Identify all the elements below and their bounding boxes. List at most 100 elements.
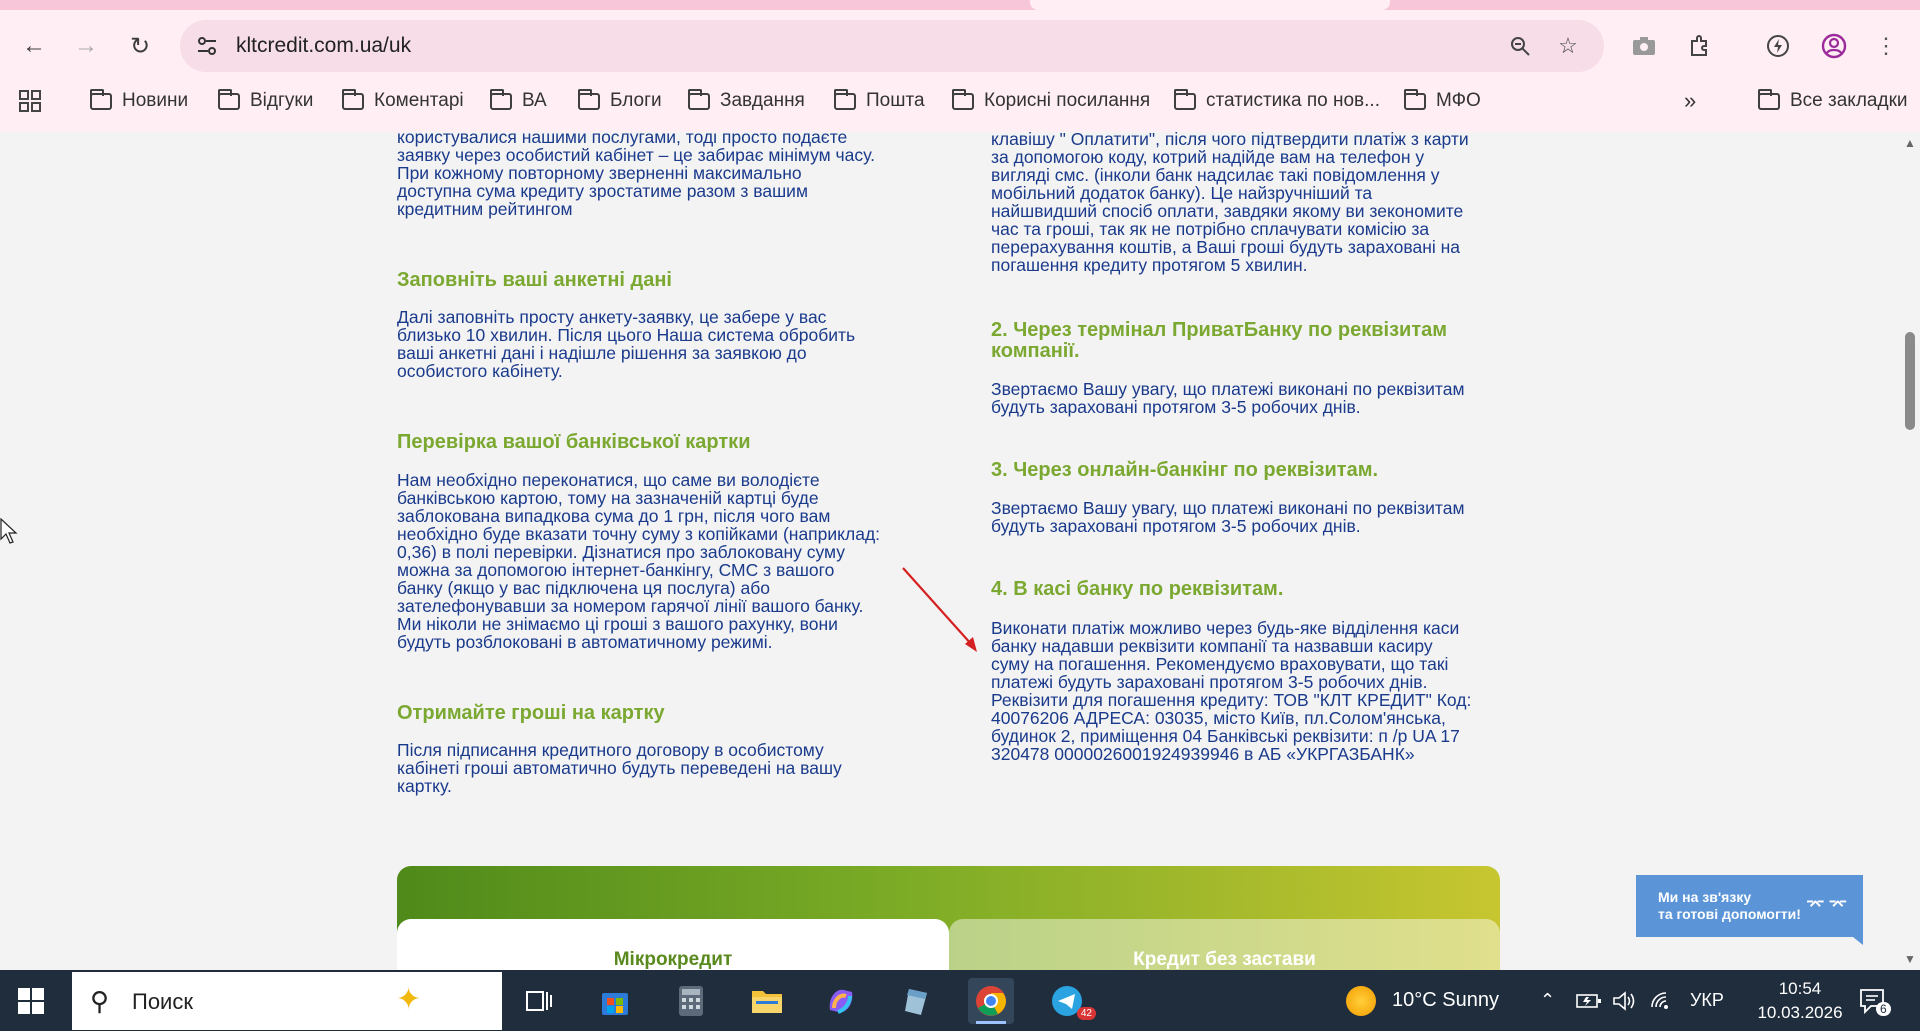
- text-line: найшвидший спосіб оплати, завдяки якому …: [991, 201, 1464, 221]
- text-line: будинок 2, приміщення 04 Банківські рекв…: [991, 726, 1460, 746]
- intro-text: користувалися нашими послугами, тоді про…: [397, 132, 917, 218]
- folder-icon: [578, 88, 600, 110]
- folder-icon: [218, 88, 240, 110]
- folder-icon: [490, 88, 512, 110]
- bookmark-folder[interactable]: Блоги: [578, 86, 662, 116]
- text-line: картку.: [397, 776, 452, 796]
- performance-icon[interactable]: [1762, 30, 1794, 62]
- tab-microcredit[interactable]: Мікрокредит: [397, 919, 949, 970]
- folder-icon: [952, 88, 974, 110]
- battery-icon[interactable]: [1576, 970, 1602, 1031]
- right-column: клавішу " Оплатити", після чого підтверд…: [991, 132, 1511, 763]
- language-indicator[interactable]: УКР: [1690, 970, 1724, 1031]
- text-line: Нам необхідно переконатися, що саме ви в…: [397, 470, 820, 490]
- telegram-icon[interactable]: 42: [1044, 978, 1096, 1024]
- apps-grid-icon[interactable]: [18, 86, 42, 116]
- text-line: клавішу " Оплатити", після чого підтверд…: [991, 132, 1469, 149]
- section-title: Отримайте гроші на картку: [397, 702, 665, 724]
- chat-widget[interactable]: Ми на зв'язку та готові допомогти! ⌤⌤: [1636, 875, 1863, 945]
- weather-widget[interactable]: 10°C Sunny: [1346, 970, 1499, 1031]
- text-line: Далі заповніть просту анкету-заявку, це …: [397, 307, 827, 327]
- scrollbar-thumb[interactable]: [1905, 332, 1915, 430]
- text-line: банку (якщо у вас підключена ця послуга)…: [397, 578, 770, 598]
- text-line: погашення кредиту протягом 5 хвилин.: [991, 255, 1308, 275]
- microsoft-store-icon[interactable]: [592, 978, 638, 1024]
- method-text: Звертаємо Вашу увагу, що платежі виконан…: [991, 380, 1511, 416]
- forward-icon[interactable]: →: [70, 30, 102, 62]
- bookmark-folder[interactable]: Новини: [90, 86, 188, 116]
- profile-icon[interactable]: [1818, 30, 1850, 62]
- text-line: можна за допомогою інтернет-банкінгу, СМ…: [397, 560, 835, 580]
- camera-icon[interactable]: [1628, 30, 1660, 62]
- weather-text: 10°C Sunny: [1392, 989, 1499, 1011]
- text-line: час та гроші, так як не потрібно сплачув…: [991, 219, 1430, 239]
- text-line: необхідно буде вказати точну суму з копі…: [397, 524, 881, 544]
- clock-date: 10.03.2026: [1757, 1002, 1843, 1022]
- text-line: Після підписання кредитного договору в о…: [397, 740, 824, 760]
- bookmark-folder[interactable]: Пошта: [834, 86, 925, 116]
- reload-icon[interactable]: ↻: [124, 30, 156, 62]
- text-line: суму на погашення. Рекомендуємо враховув…: [991, 654, 1449, 674]
- address-bar[interactable]: kltcredit.com.ua/uk ☆: [180, 20, 1604, 72]
- bookmark-folder[interactable]: статистика по нов...: [1174, 86, 1380, 116]
- text-line: Виконати платіж можливо через будь-яке в…: [991, 618, 1460, 638]
- show-hidden-icons-icon[interactable]: ⌃: [1540, 970, 1555, 1031]
- volume-icon[interactable]: [1612, 970, 1636, 1031]
- search-placeholder: Поиск: [132, 989, 193, 1014]
- text-line: банківською картою, тому на зазначеній к…: [397, 488, 819, 508]
- active-tab[interactable]: [1030, 0, 1390, 10]
- taskbar-search[interactable]: ⚲ Поиск ✦: [72, 972, 502, 1030]
- page-content: користувалися нашими послугами, тоді про…: [0, 132, 1900, 970]
- method-title: 2. Через термінал ПриватБанку по реквізи…: [991, 320, 1511, 362]
- more-bookmarks-icon[interactable]: »: [1684, 86, 1696, 116]
- bookmark-folder[interactable]: Корисні посилання: [952, 86, 1150, 116]
- text-line: заблокована випадкова сума до 1 грн, піс…: [397, 506, 831, 526]
- search-icon: ⚲: [90, 986, 110, 1016]
- page-scrollbar[interactable]: ▲ ▼: [1900, 132, 1920, 970]
- zoom-icon[interactable]: [1506, 32, 1534, 60]
- windows-start-icon[interactable]: [18, 988, 44, 1014]
- task-view-icon[interactable]: [516, 978, 562, 1024]
- text-line: кредитним рейтингом: [397, 199, 573, 219]
- scroll-up-icon[interactable]: ▲: [1903, 136, 1917, 150]
- scroll-down-icon[interactable]: ▼: [1903, 952, 1917, 966]
- notifications-icon[interactable]: 6: [1858, 970, 1891, 1031]
- wifi-icon[interactable]: [1650, 970, 1672, 1031]
- bookmark-folder[interactable]: МФО: [1404, 86, 1481, 116]
- text-line: Реквізити для погашення кредиту: ТОВ "КЛ…: [991, 690, 1472, 710]
- chat-tail: [1853, 937, 1863, 945]
- chrome-icon[interactable]: [968, 978, 1014, 1024]
- title-line: компанії.: [991, 340, 1080, 362]
- file-explorer-icon[interactable]: [744, 978, 790, 1024]
- tab-credit-without-collateral[interactable]: Кредит без застави: [949, 919, 1500, 970]
- text-line: мобільний додаток банку). Це найзручніши…: [991, 183, 1373, 203]
- copilot-icon[interactable]: [818, 978, 864, 1024]
- bookmarks-bar: Новини Відгуки Коментарі ВА Блоги Завдан…: [0, 82, 1920, 120]
- menu-icon[interactable]: ⋮: [1870, 30, 1902, 62]
- bookmark-folder[interactable]: Коментарі: [342, 86, 464, 116]
- calculator-icon[interactable]: [668, 978, 714, 1024]
- text-line: будуть розблоковані в автоматичному режи…: [397, 632, 773, 652]
- folder-icon: [688, 88, 710, 110]
- copilot-sparkle-icon: ✦: [396, 983, 422, 1016]
- notification-count: 6: [1876, 1002, 1891, 1016]
- bookmark-folder[interactable]: Відгуки: [218, 86, 313, 116]
- text-line: платежі будуть зараховані протягом 3-5 р…: [991, 672, 1428, 692]
- text-line: за допомогою коду, котрий надійде вам на…: [991, 147, 1425, 167]
- text-line: близько 10 хвилин. Після цього Наша сист…: [397, 325, 856, 345]
- notes-app-icon[interactable]: [892, 978, 938, 1024]
- clock[interactable]: 10:54 10.03.2026: [1757, 970, 1843, 1031]
- bookmark-star-icon[interactable]: ☆: [1554, 32, 1582, 60]
- text-line: 40076206 АДРЕСА: 03035, місто Київ, пл.С…: [991, 708, 1446, 728]
- bookmark-folder[interactable]: ВА: [490, 86, 547, 116]
- bookmark-folder[interactable]: Завдання: [688, 86, 805, 116]
- chat-face-icon: ⌤⌤: [1806, 897, 1851, 914]
- site-info-icon[interactable]: [194, 33, 220, 59]
- back-icon[interactable]: ←: [18, 30, 50, 62]
- extensions-icon[interactable]: [1684, 30, 1716, 62]
- text-line: доступна сума кредиту зростатиме разом з…: [397, 181, 808, 201]
- all-bookmarks-folder[interactable]: Все закладки: [1758, 86, 1908, 116]
- tab-strip: [0, 0, 1920, 10]
- left-column: користувалися нашими послугами, тоді про…: [397, 132, 917, 795]
- text-line: зателефонувавши за номером гарячої лінії…: [397, 596, 864, 616]
